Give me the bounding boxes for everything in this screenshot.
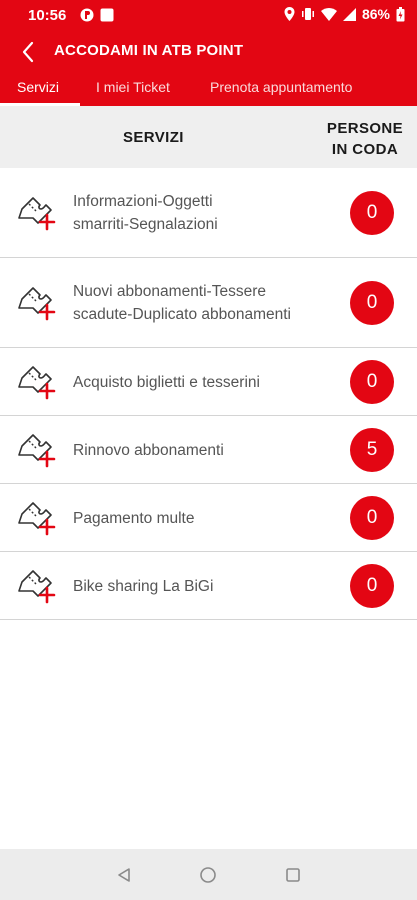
app-notification-icon bbox=[80, 8, 94, 22]
service-label: Rinnovo abbonamenti bbox=[73, 439, 338, 462]
column-header-queue-line1: PERSONE bbox=[326, 120, 404, 137]
queue-count-badge: 0 bbox=[350, 360, 394, 404]
square-notification-icon bbox=[100, 8, 114, 22]
tab-bar: Servizi I miei Ticket Prenota appuntamen… bbox=[0, 72, 417, 106]
nav-home-button[interactable] bbox=[196, 863, 220, 887]
battery-percentage: 86% bbox=[361, 6, 390, 22]
nav-back-button[interactable] bbox=[112, 863, 136, 887]
service-label-line2: scadute-Duplicato abbonamenti bbox=[73, 306, 291, 323]
tab-prenota-appuntamento[interactable]: Prenota appuntamento bbox=[210, 79, 352, 95]
nav-recent-apps-button[interactable] bbox=[281, 863, 305, 887]
ticket-add-icon bbox=[16, 285, 56, 321]
status-notification-icons bbox=[80, 8, 114, 22]
tab-miei-ticket[interactable]: I miei Ticket bbox=[96, 79, 170, 95]
toolbar: ACCODAMI IN ATB POINT bbox=[0, 32, 417, 72]
service-label-line1: Rinnovo abbonamenti bbox=[73, 441, 224, 459]
service-label: Acquisto biglietti e tesserini bbox=[73, 371, 338, 394]
square-recent-icon bbox=[286, 868, 300, 882]
wifi-icon bbox=[320, 7, 337, 21]
service-label-line1: Pagamento multe bbox=[73, 509, 195, 527]
location-icon bbox=[284, 7, 295, 21]
service-row[interactable]: Rinnovo abbonamenti 5 bbox=[0, 416, 417, 484]
queue-count-badge: 0 bbox=[350, 191, 394, 235]
service-row[interactable]: Acquisto biglietti e tesserini 0 bbox=[0, 348, 417, 416]
queue-count-badge: 0 bbox=[350, 564, 394, 608]
ticket-add-icon bbox=[16, 568, 56, 604]
ticket-add-icon bbox=[16, 364, 56, 400]
battery-charging-icon bbox=[396, 6, 405, 21]
table-header: SERVIZI PERSONE IN CODA bbox=[0, 106, 417, 168]
service-row[interactable]: Nuovi abbonamenti-Tessere scadute-Duplica… bbox=[0, 258, 417, 348]
queue-count-badge: 5 bbox=[350, 428, 394, 472]
status-system-icons: 86% bbox=[284, 6, 405, 22]
column-header-queue-line2: IN CODA bbox=[331, 141, 399, 158]
service-label: Pagamento multe bbox=[73, 507, 338, 530]
service-label: Bike sharing La BiGi bbox=[73, 575, 338, 598]
app-bar: 10:56 86% ACCODAMI IN ATB POINT Servizi … bbox=[0, 0, 417, 106]
ticket-add-icon bbox=[16, 500, 56, 536]
service-row[interactable]: Informazioni-Oggetti smarriti-Segnalazion… bbox=[0, 168, 417, 258]
status-bar: 10:56 86% bbox=[0, 0, 417, 32]
column-header-services: SERVIZI bbox=[123, 129, 184, 146]
tab-servizi[interactable]: Servizi bbox=[17, 79, 59, 95]
service-label-line1: Acquisto biglietti e tesserini bbox=[73, 373, 260, 391]
service-label: Informazioni-Oggetti smarriti-Segnalazion… bbox=[73, 190, 338, 236]
column-header-queue: PERSONE IN CODA bbox=[310, 118, 417, 160]
service-label-line1: Nuovi abbonamenti-Tessere bbox=[73, 283, 266, 300]
service-label: Nuovi abbonamenti-Tessere scadute-Duplica… bbox=[73, 280, 338, 326]
service-row[interactable]: Pagamento multe 0 bbox=[0, 484, 417, 552]
service-list: Informazioni-Oggetti smarriti-Segnalazion… bbox=[0, 168, 417, 620]
ticket-add-icon bbox=[16, 195, 56, 231]
circle-home-icon bbox=[200, 867, 216, 883]
arrow-left-icon bbox=[22, 41, 34, 63]
queue-count-badge: 0 bbox=[350, 496, 394, 540]
signal-icon bbox=[342, 7, 356, 21]
service-label-line1: Informazioni-Oggetti bbox=[73, 193, 213, 210]
ticket-add-icon bbox=[16, 432, 56, 468]
queue-count-badge: 0 bbox=[350, 281, 394, 325]
service-label-line2: smarriti-Segnalazioni bbox=[73, 216, 218, 233]
vibrate-icon bbox=[301, 8, 314, 20]
status-time: 10:56 bbox=[28, 7, 67, 24]
service-label-line1: Bike sharing La BiGi bbox=[73, 577, 214, 595]
back-button[interactable] bbox=[14, 38, 42, 66]
system-navigation-bar bbox=[0, 849, 417, 900]
triangle-back-icon bbox=[118, 868, 130, 882]
page-title: ACCODAMI IN ATB POINT bbox=[54, 42, 244, 59]
service-row[interactable]: Bike sharing La BiGi 0 bbox=[0, 552, 417, 620]
